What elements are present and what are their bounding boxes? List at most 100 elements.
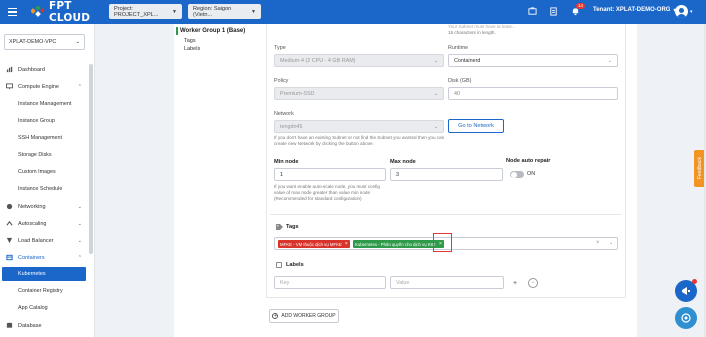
sidebar-item-dashboard[interactable]: Dashboard <box>0 62 88 77</box>
add-worker-group-button[interactable]: + ADD WORKER GROUP <box>269 309 339 323</box>
sidebar-item-label: Networking <box>18 203 46 210</box>
min-node-input[interactable]: 1 <box>274 168 386 181</box>
sidebar-item-database[interactable]: Database <box>0 318 88 333</box>
vpc-select[interactable]: XPLAT-DEMO-VPC ⌄ <box>4 34 85 50</box>
sidebar-item-containers[interactable]: Containers ⌃ <box>0 250 88 265</box>
sidebar-item-instance-schedule[interactable]: Instance Schedule <box>18 186 62 192</box>
vpc-select-value: XPLAT-DEMO-VPC <box>9 39 57 45</box>
worker-group-title[interactable]: Worker Group 1 (Base) <box>180 28 245 34</box>
worker-nav-tags[interactable]: Tags <box>184 38 196 44</box>
type-select: Medium-4 (2 CPU - 4 GB RAM) ⌄ <box>274 54 444 67</box>
region-select[interactable]: Region: Saigon (Vietn... ▼ <box>188 4 261 19</box>
labels-title: Labels <box>286 262 304 268</box>
tag-label: MFKE - VM thuộc dịch vụ MFKE <box>280 241 342 247</box>
brand-logo[interactable]: FPT CLOUD <box>30 0 111 24</box>
disk-input[interactable]: 40 <box>448 87 618 100</box>
sidebar-item-instance-management[interactable]: Instance Management <box>18 101 71 107</box>
tag-chip-kubernetes[interactable]: Kubernetes - Phân quyền cho dịch vụ K8 t <box>353 240 438 248</box>
value-placeholder: Value <box>396 279 410 286</box>
chevron-down-icon: ▼ <box>172 8 177 15</box>
disk-label: Disk (GB) <box>448 78 472 84</box>
sidebar-item-ssh-management[interactable]: SSH Management <box>18 135 62 141</box>
plus-circle-icon: + <box>272 313 279 319</box>
load-balancer-icon <box>5 237 13 245</box>
monitor-icon <box>5 83 13 91</box>
network-hint: If you don't have an existing Subnet or … <box>274 135 444 147</box>
runtime-label: Runtime <box>448 45 469 51</box>
add-label-icon[interactable]: + <box>510 278 520 288</box>
globe-icon <box>5 203 13 211</box>
network-hint-line2: create new Network by clicking the butto… <box>274 141 374 146</box>
worker-nav-labels[interactable]: Labels <box>184 46 200 52</box>
assistant-icon <box>681 313 691 323</box>
clear-icon[interactable]: × <box>596 240 600 246</box>
policy-value: Premium-SSD <box>280 90 315 97</box>
key-placeholder: Key <box>280 279 290 286</box>
top-hint: Your Subnet must have at least... 15 cha… <box>448 24 516 36</box>
sidebar-item-kubernetes[interactable]: Kubernetes <box>2 267 86 281</box>
sidebar-item-label: Database <box>18 322 42 329</box>
project-select-value: Project: PROJECT_XPL... <box>114 5 159 18</box>
label-value-input[interactable]: Value <box>390 276 504 289</box>
close-icon[interactable]: × <box>345 241 348 247</box>
max-node-input[interactable]: 3 <box>390 168 503 181</box>
chevron-down-icon: ⌄ <box>433 90 438 97</box>
chevron-up-icon: ⌃ <box>77 254 82 261</box>
autoscale-hint: If you want enable auto-scale node, you … <box>274 184 380 202</box>
runtime-select[interactable]: Containerd ⌄ <box>448 54 618 67</box>
container-icon <box>5 254 13 262</box>
chevron-down-icon: ⌄ <box>433 57 438 64</box>
autoscaling-icon <box>5 220 13 228</box>
type-value: Medium-4 (2 CPU - 4 GB RAM) <box>280 57 356 64</box>
sidebar-item-container-registry[interactable]: Container Registry <box>18 288 63 294</box>
label-key-input[interactable]: Key <box>274 276 386 289</box>
section-divider <box>270 214 622 215</box>
database-icon <box>5 322 13 330</box>
fpt-logo-icon <box>30 5 45 18</box>
document-icon[interactable] <box>548 6 559 17</box>
sidebar-item-networking[interactable]: Networking ⌄ <box>0 199 88 214</box>
sidebar-scrollbar[interactable] <box>89 64 93 254</box>
sidebar-item-storage-disks[interactable]: Storage Disks <box>18 152 52 158</box>
sidebar-item-label: Containers <box>18 254 45 261</box>
auto-repair-label: Node auto repair <box>506 158 551 164</box>
labels-checkbox-icon[interactable] <box>276 262 282 268</box>
auto-repair-toggle[interactable] <box>510 171 524 178</box>
runtime-value: Containerd <box>454 57 481 64</box>
tags-title: Tags <box>286 224 299 230</box>
chevron-down-icon: ⌄ <box>77 237 82 244</box>
menu-icon[interactable] <box>3 0 21 24</box>
network-value: tengdn45 <box>280 123 303 130</box>
notification-dot <box>692 279 697 284</box>
chevron-down-icon: ⌄ <box>75 39 80 45</box>
chevron-down-icon[interactable]: ⌄ <box>609 240 613 246</box>
tag-label: Kubernetes - Phân quyền cho dịch vụ K8 t <box>355 241 436 247</box>
sidebar-item-load-balancer[interactable]: Load Balancer ⌄ <box>0 233 88 248</box>
sidebar-item-label: Autoscaling <box>18 220 47 227</box>
sidebar-item-app-catalog[interactable]: App Catalog <box>18 305 48 311</box>
go-to-network-button[interactable]: Go to Network <box>448 119 504 133</box>
tag-chip-mfke[interactable]: MFKE - VM thuộc dịch vụ MFKE × <box>278 240 350 248</box>
sidebar-item-custom-images[interactable]: Custom Images <box>18 169 56 175</box>
announcement-button[interactable] <box>675 279 697 302</box>
chevron-down-icon: ▼ <box>251 8 256 15</box>
region-select-value: Region: Saigon (Vietn... <box>193 5 232 18</box>
support-icon[interactable] <box>527 6 538 17</box>
assistant-button[interactable] <box>675 307 697 329</box>
sidebar-item-compute-engine[interactable]: Compute Engine ⌃ <box>0 79 88 94</box>
sidebar-item-label: Compute Engine <box>18 83 59 90</box>
sidebar-item-autoscaling[interactable]: Autoscaling ⌄ <box>0 216 88 231</box>
tenant-name: Tenant: XPLAT-DEMO-ORG <box>593 7 671 13</box>
sidebar-item-label: Load Balancer <box>18 237 54 244</box>
notification-bell-icon[interactable]: 14 <box>570 3 585 17</box>
sidebar-item-instance-group[interactable]: Instance Group <box>18 118 55 124</box>
chevron-down-icon: ⌄ <box>607 57 612 64</box>
project-select[interactable]: Project: PROJECT_XPL... ▼ <box>109 4 182 19</box>
highlight-box <box>433 233 452 252</box>
network-select: tengdn45 ⌄ <box>274 120 444 133</box>
remove-label-icon[interactable]: − <box>528 278 538 288</box>
max-node-label: Max node <box>390 159 416 165</box>
tenant-menu[interactable]: Tenant: XPLAT-DEMO-ORG ▾ <box>593 7 676 14</box>
chevron-down-icon[interactable]: ▾ <box>690 9 693 15</box>
user-avatar[interactable] <box>675 5 688 18</box>
